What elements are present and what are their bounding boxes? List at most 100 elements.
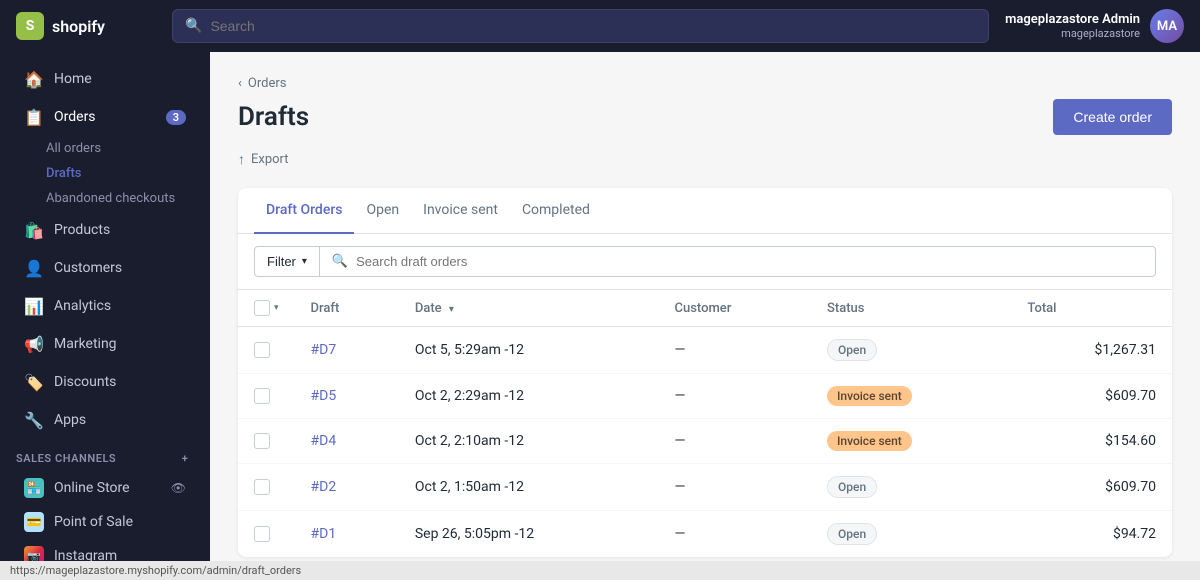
table-row: #D5 Oct 2, 2:29am -12 — Invoice sent $60…	[238, 374, 1172, 419]
draft-link[interactable]: #D5	[311, 388, 337, 404]
status-badge: Invoice sent	[827, 386, 912, 406]
row-checkbox[interactable]	[254, 433, 270, 449]
col-header-total: Total	[1011, 290, 1172, 327]
row-status: Open	[811, 511, 1011, 558]
row-date: Sep 26, 5:05pm -12	[399, 511, 659, 558]
row-status: Open	[811, 464, 1011, 511]
customers-icon: 👤	[24, 258, 44, 278]
filter-label: Filter	[267, 254, 296, 269]
search-input[interactable]	[210, 18, 976, 34]
export-icon: ↑	[238, 151, 245, 168]
export-row[interactable]: ↑ Export	[238, 151, 1172, 168]
sidebar-item-discounts[interactable]: 🏷️ Discounts	[8, 364, 202, 400]
discounts-icon: 🏷️	[24, 372, 44, 392]
add-channel-button[interactable]: +	[176, 449, 194, 467]
status-url: https://mageplazastore.myshopify.com/adm…	[10, 564, 301, 577]
col-header-date[interactable]: Date ▾	[399, 290, 659, 327]
sidebar-item-abandoned[interactable]: Abandoned checkouts	[46, 186, 210, 211]
draft-link[interactable]: #D2	[311, 479, 337, 495]
sidebar: 🏠 Home 📋 Orders 3 All orders Drafts Aban…	[0, 52, 210, 580]
table-header: ▾ Draft Date ▾ Customer Status Total	[238, 290, 1172, 327]
filter-button[interactable]: Filter ▾	[254, 246, 320, 277]
analytics-icon: 📊	[24, 296, 44, 316]
row-checkbox[interactable]	[254, 342, 270, 358]
sidebar-item-apps[interactable]: 🔧 Apps	[8, 402, 202, 438]
date-sort-icon: ▾	[449, 304, 454, 315]
search-draft-input[interactable]	[356, 254, 1143, 269]
col-header-customer: Customer	[658, 290, 811, 327]
create-order-button[interactable]: Create order	[1053, 99, 1172, 135]
sidebar-label-apps: Apps	[54, 412, 86, 428]
row-status: Invoice sent	[811, 419, 1011, 464]
row-draft-id: #D5	[295, 374, 399, 419]
main-content: ‹ Orders Drafts Create order ↑ Export Dr…	[210, 52, 1200, 580]
tabs-row: Draft Orders Open Invoice sent Completed	[238, 188, 1172, 234]
shopify-logo-icon: S	[16, 12, 44, 40]
status-badge: Open	[827, 476, 877, 498]
user-info: mageplazastore Admin mageplazastore	[1005, 12, 1140, 40]
row-checkbox[interactable]	[254, 479, 270, 495]
row-date: Oct 2, 2:29am -12	[399, 374, 659, 419]
pos-icon: 💳	[24, 512, 44, 532]
row-customer: —	[658, 374, 811, 419]
sales-channels-label: SALES CHANNELS	[16, 452, 116, 465]
top-nav: S shopify 🔍 mageplazastore Admin magepla…	[0, 0, 1200, 52]
row-draft-id: #D7	[295, 327, 399, 374]
row-draft-id: #D4	[295, 419, 399, 464]
row-checkbox-cell	[238, 327, 295, 374]
breadcrumb[interactable]: ‹ Orders	[238, 76, 1172, 91]
breadcrumb-back-icon: ‹	[238, 76, 242, 91]
drafts-table: ▾ Draft Date ▾ Customer Status Total	[238, 290, 1172, 557]
apps-icon: 🔧	[24, 410, 44, 430]
sidebar-item-orders[interactable]: 📋 Orders 3	[8, 99, 202, 135]
row-draft-id: #D1	[295, 511, 399, 558]
logo-text: shopify	[52, 17, 105, 36]
sidebar-item-customers[interactable]: 👤 Customers	[8, 250, 202, 286]
home-icon: 🏠	[24, 69, 44, 89]
logo[interactable]: S shopify	[16, 12, 156, 40]
row-status: Open	[811, 327, 1011, 374]
row-customer: —	[658, 419, 811, 464]
tab-invoice-sent[interactable]: Invoice sent	[411, 188, 510, 234]
sidebar-label-products: Products	[54, 222, 110, 238]
draft-link[interactable]: #D4	[311, 433, 337, 449]
row-total: $154.60	[1011, 419, 1172, 464]
search-bar[interactable]: 🔍	[172, 9, 989, 43]
sidebar-item-analytics[interactable]: 📊 Analytics	[8, 288, 202, 324]
tab-completed[interactable]: Completed	[510, 188, 602, 234]
table-row: #D4 Oct 2, 2:10am -12 — Invoice sent $15…	[238, 419, 1172, 464]
status-bar: https://mageplazastore.myshopify.com/adm…	[0, 561, 1200, 580]
select-all-checkbox[interactable]	[254, 300, 270, 316]
row-checkbox[interactable]	[254, 388, 270, 404]
sidebar-item-online-store[interactable]: 🏪 Online Store 👁	[8, 472, 202, 504]
sidebar-item-all-orders[interactable]: All orders	[46, 136, 210, 161]
row-date: Oct 5, 5:29am -12	[399, 327, 659, 374]
search-draft-orders[interactable]: 🔍	[320, 246, 1156, 277]
sidebar-item-pos[interactable]: 💳 Point of Sale	[8, 506, 202, 538]
tab-draft-orders[interactable]: Draft Orders	[254, 188, 354, 234]
select-chevron-icon[interactable]: ▾	[274, 303, 279, 313]
filter-chevron-icon: ▾	[302, 256, 307, 267]
sidebar-item-marketing[interactable]: 📢 Marketing	[8, 326, 202, 362]
orders-icon: 📋	[24, 107, 44, 127]
breadcrumb-text: Orders	[248, 76, 287, 91]
user-area: mageplazastore Admin mageplazastore MA	[1005, 9, 1184, 43]
sidebar-item-drafts[interactable]: Drafts	[46, 161, 210, 186]
row-status: Invoice sent	[811, 374, 1011, 419]
user-store: mageplazastore	[1005, 27, 1140, 40]
draft-link[interactable]: #D1	[311, 526, 337, 542]
draft-link[interactable]: #D7	[311, 342, 337, 358]
row-total: $94.72	[1011, 511, 1172, 558]
row-total: $609.70	[1011, 464, 1172, 511]
row-checkbox[interactable]	[254, 526, 270, 542]
sidebar-label-orders: Orders	[54, 109, 96, 125]
tab-open[interactable]: Open	[354, 188, 411, 234]
table-row: #D1 Sep 26, 5:05pm -12 — Open $94.72	[238, 511, 1172, 558]
avatar[interactable]: MA	[1150, 9, 1184, 43]
sidebar-label-discounts: Discounts	[54, 374, 116, 390]
sidebar-item-products[interactable]: 🛍️ Products	[8, 212, 202, 248]
table-row: #D2 Oct 2, 1:50am -12 — Open $609.70	[238, 464, 1172, 511]
eye-icon[interactable]: 👁	[171, 481, 186, 495]
sales-channels-header: SALES CHANNELS +	[0, 439, 210, 471]
sidebar-item-home[interactable]: 🏠 Home	[8, 61, 202, 97]
